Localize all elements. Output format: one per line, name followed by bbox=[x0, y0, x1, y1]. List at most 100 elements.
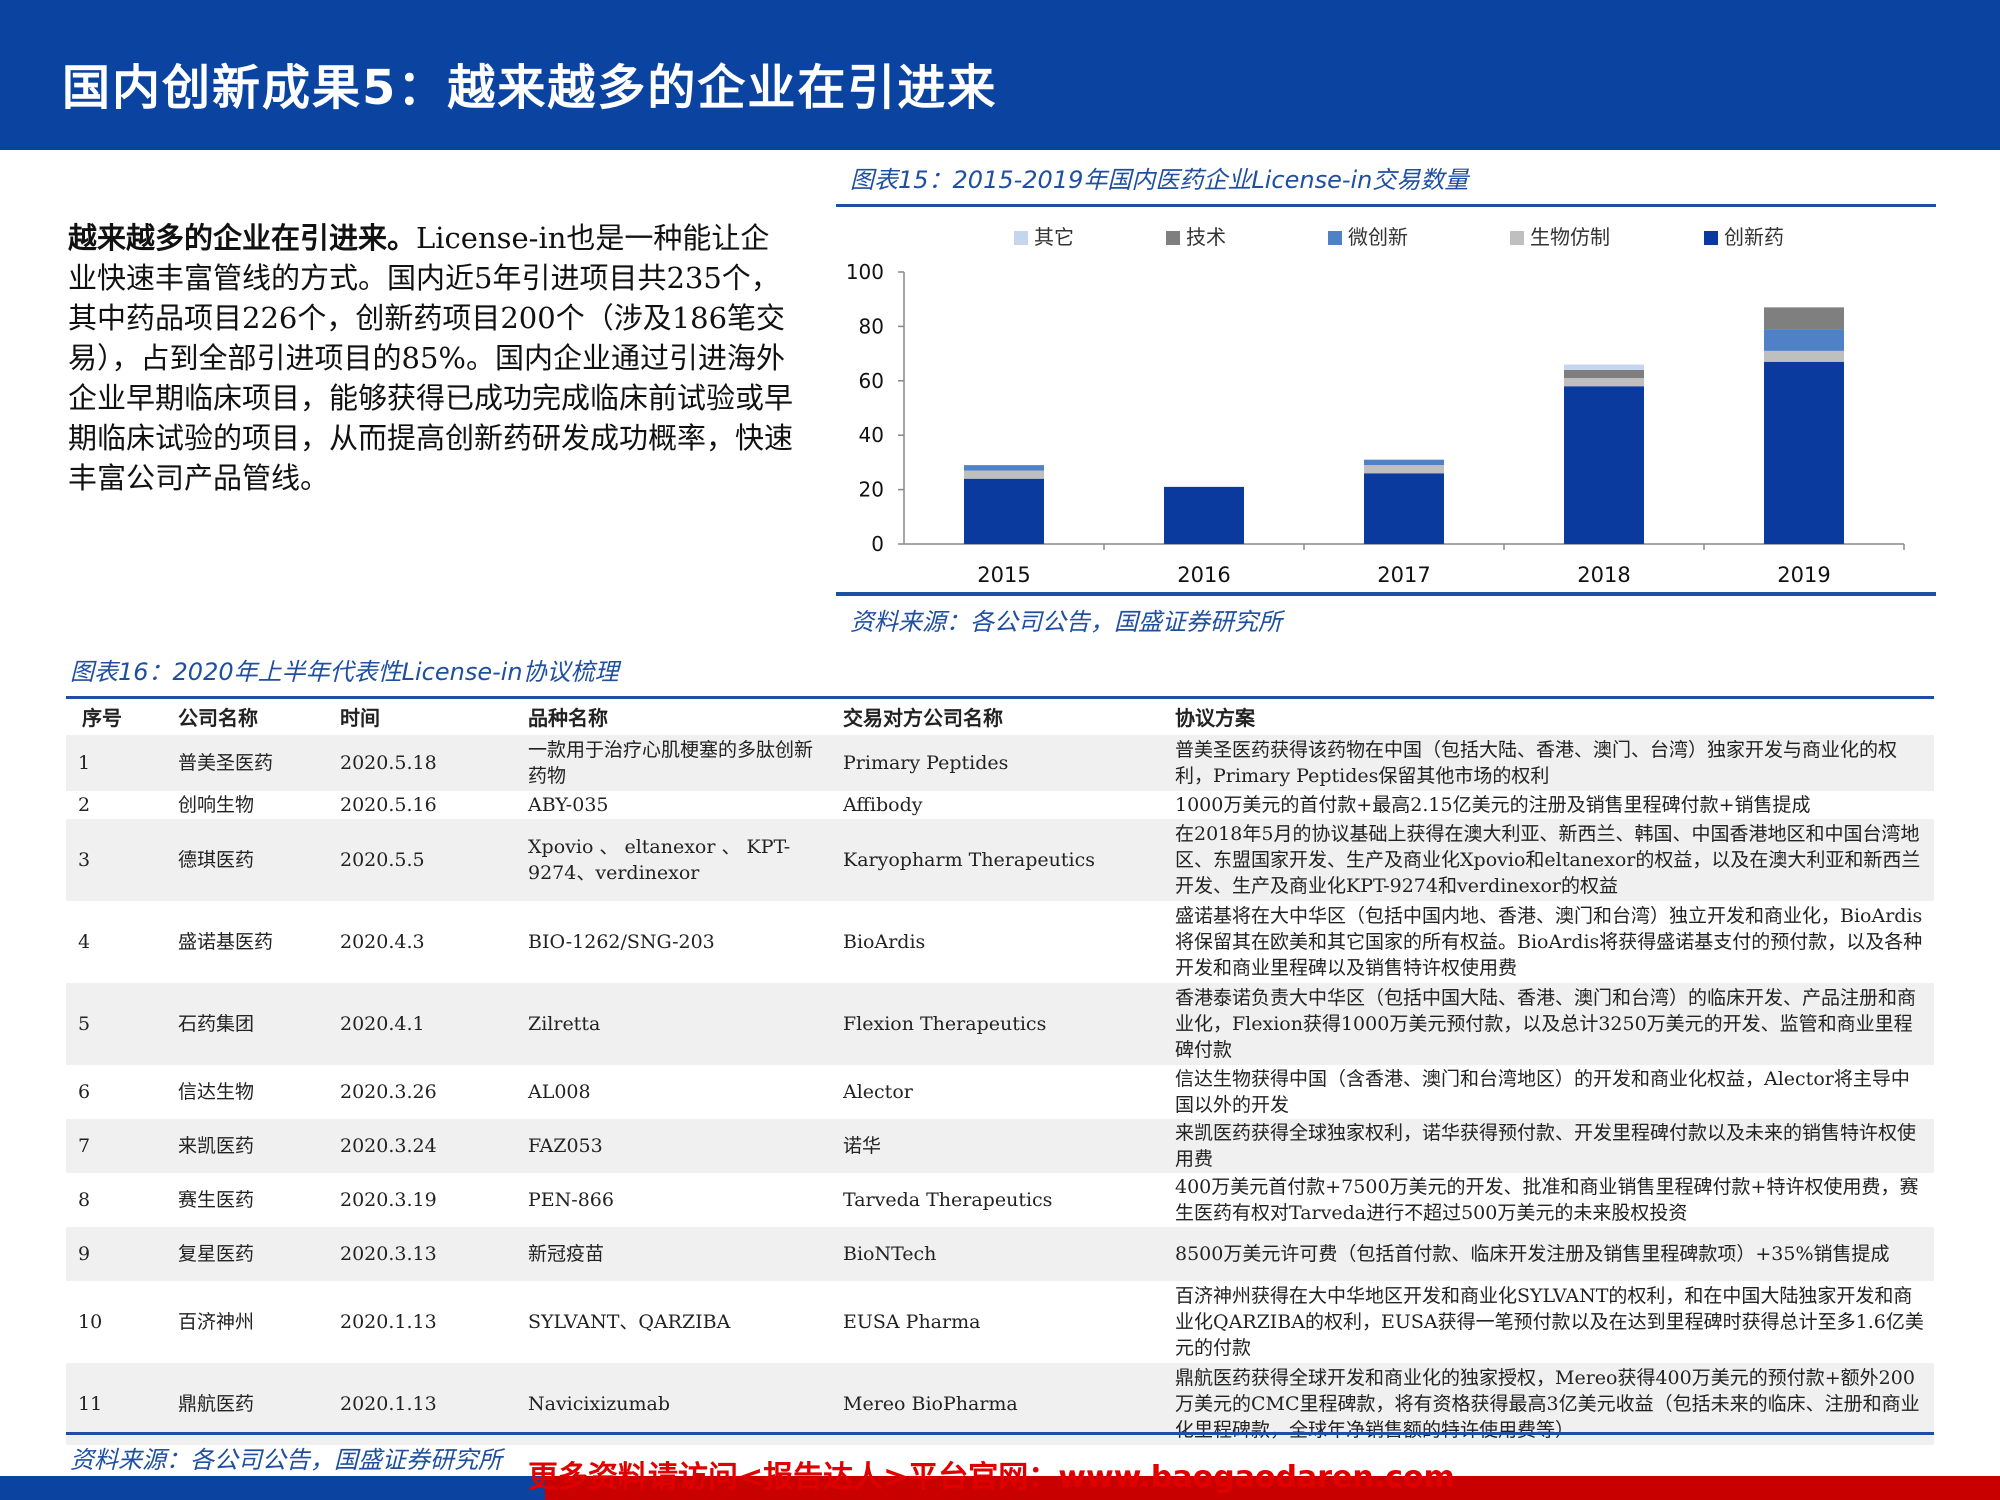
header-company: 公司名称 bbox=[178, 706, 258, 730]
row-company: 石药集团 bbox=[162, 983, 324, 1065]
header-date: 时间 bbox=[340, 706, 380, 730]
table-row: 5 石药集团 2020.4.1 Zilretta Flexion Therapeutic… bbox=[66, 983, 1934, 1065]
row-product: ABY-035 bbox=[528, 794, 609, 816]
page-header: 国内创新成果5：越来越多的企业在引进来 bbox=[0, 0, 2000, 150]
row-counterparty: 诺华 bbox=[827, 1119, 1159, 1173]
table-body: 1 普美圣医药 2020.5.18 一款用于治疗心肌梗塞的多肽创新药物 Primary … bbox=[66, 735, 1934, 1445]
row-index: 8 bbox=[78, 1189, 91, 1211]
legend-swatch bbox=[1704, 231, 1718, 245]
row-product: AL008 bbox=[528, 1081, 591, 1103]
row-index: 2 bbox=[78, 794, 91, 816]
bar-segment bbox=[1764, 329, 1844, 351]
row-company: 来凯医药 bbox=[162, 1119, 324, 1173]
row-date: 2020.3.19 bbox=[340, 1189, 437, 1211]
row-company: 创响生物 bbox=[178, 794, 255, 816]
row-product: 一款用于治疗心肌梗塞的多肽创新药物 bbox=[512, 735, 827, 791]
row-company: 普美圣医药 bbox=[162, 735, 324, 791]
row-company: 盛诺基医药 bbox=[178, 931, 274, 953]
row-agreement: 400万美元首付款+7500万美元的开发、批准和商业销售里程碑付款+特许权使用费… bbox=[1175, 1176, 1919, 1224]
row-date: 2020.4.1 bbox=[324, 983, 512, 1065]
row-date: 2020.3.13 bbox=[324, 1227, 512, 1281]
figure16-title: 图表16：2020年上半年代表性License-in协议梳理 bbox=[70, 658, 619, 686]
table-row: 6 信达生物 2020.3.26 AL008 Alector 信达生物获得中国（含香港、澳… bbox=[66, 1065, 1934, 1119]
row-agreement: 盛诺基将在大中华区（包括中国内地、香港、澳门和台湾）独立开发和商业化，BioAr… bbox=[1175, 905, 1923, 979]
row-index: 3 bbox=[66, 819, 162, 901]
row-agreement: 8500万美元许可费（包括首付款、临床开发注册及销售里程碑款项）+35%销售提成 bbox=[1159, 1227, 1934, 1281]
bar-segment bbox=[1364, 465, 1444, 474]
figure15-top-rule bbox=[836, 204, 1936, 207]
row-product: BIO-1262/SNG-203 bbox=[528, 931, 715, 953]
row-counterparty: Alector bbox=[843, 1081, 913, 1103]
row-index: 6 bbox=[78, 1081, 91, 1103]
legend-swatch bbox=[1166, 231, 1180, 245]
row-index: 10 bbox=[78, 1311, 103, 1333]
table-row: 3 德琪医药 2020.5.5 Xpovio 、 eltanexor 、 KPT-92… bbox=[66, 819, 1934, 901]
y-tick-label: 40 bbox=[859, 423, 884, 447]
figure16-top-rule bbox=[66, 696, 1934, 699]
header-agreement: 协议方案 bbox=[1175, 706, 1255, 730]
watermark[interactable]: 更多资料请访问<报告达人>平台官网：www.baogaodaren.com bbox=[528, 1452, 1455, 1496]
table-row: 2 创响生物 2020.5.16 ABY-035 Affibody 1000万美元的首付款… bbox=[66, 791, 1934, 819]
row-counterparty: Flexion Therapeutics bbox=[827, 983, 1159, 1065]
bar-segment bbox=[964, 470, 1044, 479]
table-header-row: 序号 公司名称 时间 品种名称 交易对方公司名称 协议方案 bbox=[66, 700, 1934, 735]
bar-segment bbox=[1164, 486, 1244, 544]
bar-segment bbox=[1764, 307, 1844, 330]
row-counterparty: BioNTech bbox=[827, 1227, 1159, 1281]
bar-segment bbox=[1364, 459, 1444, 466]
legend-label: 创新药 bbox=[1724, 225, 1784, 249]
row-counterparty: Karyopharm Therapeutics bbox=[827, 819, 1159, 901]
row-product: Zilretta bbox=[512, 983, 827, 1065]
bar-segment bbox=[964, 478, 1044, 544]
row-index: 5 bbox=[66, 983, 162, 1065]
row-date: 2020.3.24 bbox=[324, 1119, 512, 1173]
figure16-source: 资料来源：各公司公告，国盛证券研究所 bbox=[70, 1446, 502, 1474]
bar-segment bbox=[1564, 386, 1644, 544]
row-index: 7 bbox=[66, 1119, 162, 1173]
row-agreement: 百济神州获得在大中华地区开发和商业化SYLVANT的权利，和在中国大陆独家开发和… bbox=[1175, 1285, 1924, 1359]
x-tick-label: 2019 bbox=[1777, 563, 1830, 587]
bar-segment bbox=[964, 465, 1044, 471]
row-index: 9 bbox=[66, 1227, 162, 1281]
intro-paragraph: 越来越多的企业在引进来。License-in也是一种能让企业快速丰富管线的方式。… bbox=[68, 218, 793, 498]
row-date: 2020.1.13 bbox=[340, 1311, 437, 1333]
bar-segment bbox=[1764, 361, 1844, 544]
bar-segment bbox=[1564, 369, 1644, 379]
table-row: 9 复星医药 2020.3.13 新冠疫苗 BioNTech 8500万美元许可费（包括首… bbox=[66, 1227, 1934, 1281]
row-company: 德琪医药 bbox=[162, 819, 324, 901]
row-product: SYLVANT、QARZIBA bbox=[528, 1311, 731, 1333]
figure15-source: 资料来源：各公司公告，国盛证券研究所 bbox=[850, 608, 1282, 636]
header-counterparty: 交易对方公司名称 bbox=[843, 706, 1003, 730]
row-product: FAZ053 bbox=[512, 1119, 827, 1173]
legend-swatch bbox=[1328, 231, 1342, 245]
row-agreement: 在2018年5月的协议基础上获得在澳大利亚、新西兰、韩国、中国香港地区和中国台湾… bbox=[1159, 819, 1934, 901]
row-counterparty: Primary Peptides bbox=[827, 735, 1159, 791]
row-company: 赛生医药 bbox=[178, 1189, 255, 1211]
bar-segment bbox=[1364, 473, 1444, 544]
y-tick-label: 80 bbox=[859, 314, 884, 338]
legend-swatch bbox=[1014, 231, 1028, 245]
row-company: 复星医药 bbox=[162, 1227, 324, 1281]
row-index: 1 bbox=[66, 735, 162, 791]
figure15-title: 图表15：2015-2019年国内医药企业License-in交易数量 bbox=[850, 166, 1469, 194]
row-index: 4 bbox=[78, 931, 91, 953]
license-in-table: 序号 公司名称 时间 品种名称 交易对方公司名称 协议方案 1 普美圣医药 2020… bbox=[66, 700, 1934, 1445]
row-agreement: 来凯医药获得全球独家权利，诺华获得预付款、开发里程碑付款以及未来的销售特许权使用… bbox=[1159, 1119, 1934, 1173]
bar-segment bbox=[1564, 378, 1644, 387]
row-date: 2020.4.3 bbox=[340, 931, 425, 953]
y-tick-label: 20 bbox=[859, 478, 884, 502]
legend-swatch bbox=[1510, 231, 1524, 245]
table-row: 1 普美圣医药 2020.5.18 一款用于治疗心肌梗塞的多肽创新药物 Primary … bbox=[66, 735, 1934, 791]
header-index: 序号 bbox=[82, 706, 122, 730]
row-company: 信达生物 bbox=[178, 1081, 255, 1103]
legend-label: 技术 bbox=[1186, 225, 1226, 249]
row-agreement: 普美圣医药获得该药物在中国（包括大陆、香港、澳门、台湾）独家开发与商业化的权利，… bbox=[1159, 735, 1934, 791]
legend-label: 生物仿制 bbox=[1530, 225, 1610, 249]
row-counterparty: Affibody bbox=[843, 794, 923, 816]
bar-segment bbox=[1564, 364, 1644, 370]
row-product: Xpovio 、 eltanexor 、 KPT-9274、verdinexor bbox=[512, 819, 827, 901]
row-company: 百济神州 bbox=[178, 1311, 255, 1333]
table-row: 10 百济神州 2020.1.13 SYLVANT、QARZIBA EUSA Pharm… bbox=[66, 1281, 1934, 1363]
row-product: PEN-866 bbox=[528, 1189, 614, 1211]
row-agreement: 香港泰诺负责大中华区（包括中国大陆、香港、澳门和台湾）的临床开发、产品注册和商业… bbox=[1159, 983, 1934, 1065]
